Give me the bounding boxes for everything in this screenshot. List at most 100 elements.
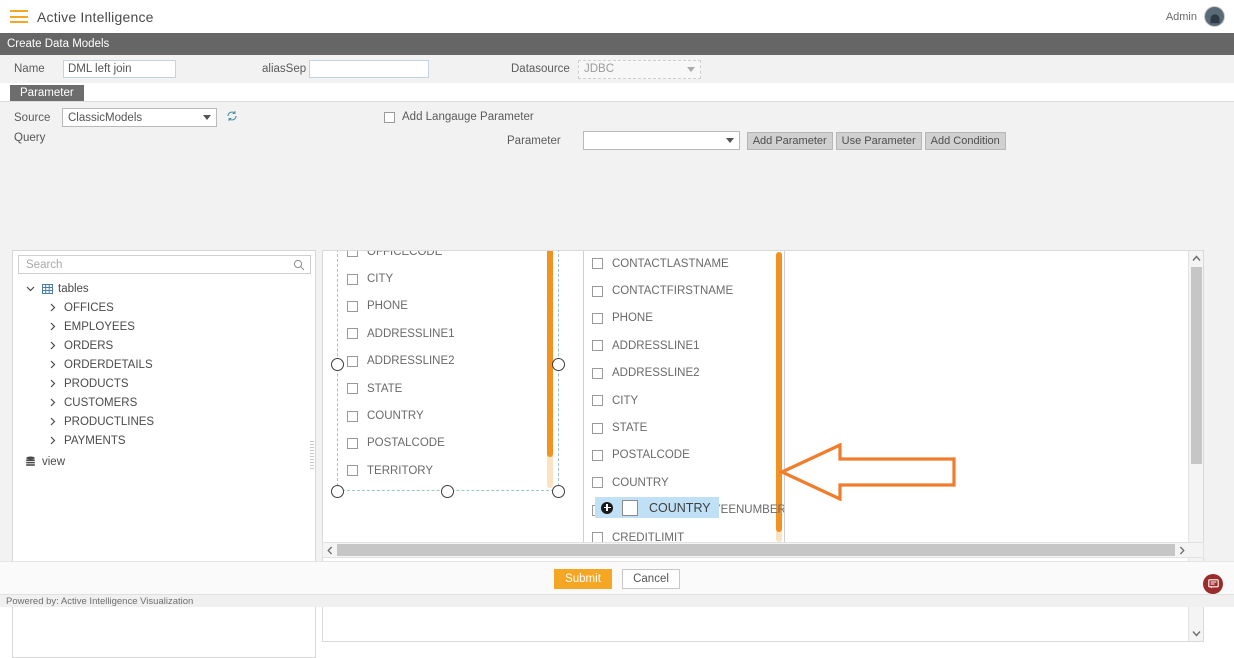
- resize-handle-e[interactable]: [551, 358, 565, 371]
- add-parameter-button[interactable]: Add Parameter: [746, 131, 833, 150]
- alias-label: aliasSep: [262, 63, 307, 75]
- tree-node-productlines[interactable]: PRODUCTLINES: [19, 412, 311, 431]
- field-row[interactable]: STATE: [592, 414, 784, 441]
- resize-handle-sw[interactable]: [330, 484, 344, 498]
- left-box-scrollbar-track[interactable]: [547, 251, 553, 488]
- resize-handle-se[interactable]: [551, 484, 565, 498]
- user-label[interactable]: Admin: [1166, 11, 1197, 23]
- field-row[interactable]: ADDRESSLINE1: [592, 332, 784, 359]
- main-panel: Source ClassicModels Add Langauge Parame…: [0, 101, 1234, 658]
- scroll-up-button[interactable]: [1189, 251, 1203, 266]
- field-checkbox[interactable]: [592, 258, 603, 270]
- tree-node-view[interactable]: view: [19, 452, 311, 471]
- resize-handle-w[interactable]: [330, 358, 344, 371]
- tree-node-label: tables: [58, 282, 89, 295]
- field-label: ADDRESSLINE2: [612, 367, 700, 380]
- tab-parameter[interactable]: Parameter: [10, 85, 84, 101]
- field-row[interactable]: STATE: [347, 375, 455, 402]
- tree-node-orderdetails[interactable]: ORDERDETAILS: [19, 355, 311, 374]
- drag-ghost-country[interactable]: COUNTRY: [595, 497, 719, 518]
- field-row[interactable]: PHONE: [347, 293, 455, 320]
- parameter-select[interactable]: [582, 131, 740, 150]
- canvas-horizontal-scrollbar[interactable]: [322, 542, 1204, 558]
- left-box-scrollbar-thumb[interactable]: [547, 251, 553, 457]
- search-input[interactable]: [24, 257, 293, 272]
- user-avatar[interactable]: [1204, 6, 1225, 27]
- resize-handle-s[interactable]: [441, 484, 454, 498]
- canvas-h-scroll-thumb[interactable]: [337, 544, 1175, 556]
- search-box[interactable]: [18, 255, 311, 274]
- field-checkbox[interactable]: [592, 449, 603, 461]
- field-row[interactable]: CONTACTFIRSTNAME: [592, 277, 784, 304]
- field-checkbox[interactable]: [592, 340, 603, 352]
- tree-node-employees[interactable]: EMPLOYEES: [19, 317, 311, 336]
- field-row[interactable]: COUNTRY: [347, 402, 455, 429]
- add-condition-button[interactable]: Add Condition: [924, 131, 1006, 150]
- field-checkbox[interactable]: [592, 312, 603, 324]
- tree-node-tables[interactable]: tables: [19, 279, 311, 298]
- canvas-scroll-thumb[interactable]: [1191, 267, 1202, 464]
- field-row[interactable]: ADDRESSLINE2: [592, 360, 784, 387]
- field-checkbox[interactable]: [347, 300, 358, 312]
- field-checkbox[interactable]: [347, 410, 358, 422]
- tree-node-customers[interactable]: CUSTOMERS: [19, 393, 311, 412]
- tree-node-offices[interactable]: OFFICES: [19, 298, 311, 317]
- field-checkbox[interactable]: [592, 477, 603, 489]
- panel-resize-grip[interactable]: [310, 441, 314, 471]
- scroll-right-button[interactable]: [1175, 543, 1189, 557]
- field-checkbox[interactable]: [592, 395, 603, 407]
- field-row[interactable]: PHONE: [592, 305, 784, 332]
- scroll-down-button[interactable]: [1189, 626, 1203, 641]
- field-checkbox[interactable]: [347, 273, 358, 285]
- parameter-toolbar: Parameter Add Parameter Use Parameter Ad…: [507, 131, 1006, 150]
- add-language-parameter-label: Add Langauge Parameter: [402, 111, 534, 123]
- tree-node-orders[interactable]: ORDERS: [19, 336, 311, 355]
- field-label: ADDRESSLINE2: [367, 355, 455, 368]
- field-label: ADDRESSLINE1: [367, 327, 455, 340]
- field-row[interactable]: CITY: [592, 387, 784, 414]
- tree-node-payments[interactable]: PAYMENTS: [19, 431, 311, 450]
- left-table-field-box[interactable]: OFFICECODE CITY PHONE ADDRESSLINE1 ADDRESSLI…: [330, 251, 565, 498]
- field-row[interactable]: OFFICECODE: [347, 251, 455, 265]
- form-row: Name aliasSep Datasource JDBC: [0, 55, 1234, 83]
- submit-button[interactable]: Submit: [554, 568, 612, 589]
- refresh-icon[interactable]: [226, 110, 238, 125]
- field-row[interactable]: COUNTRY: [592, 469, 784, 496]
- field-row[interactable]: POSTALCODE: [347, 430, 455, 457]
- chat-icon[interactable]: [1203, 574, 1223, 594]
- field-checkbox[interactable]: [347, 251, 358, 258]
- field-row[interactable]: CONTACTLASTNAME: [592, 251, 784, 277]
- source-select[interactable]: ClassicModels: [62, 108, 217, 127]
- field-row[interactable]: ADDRESSLINE2: [347, 348, 455, 375]
- field-checkbox[interactable]: [347, 383, 358, 395]
- field-checkbox[interactable]: [347, 437, 358, 449]
- search-icon: [293, 259, 305, 270]
- use-parameter-button[interactable]: Use Parameter: [835, 131, 922, 150]
- field-checkbox[interactable]: [592, 422, 603, 434]
- field-row[interactable]: POSTALCODE: [592, 442, 784, 469]
- chevron-down-icon: [26, 286, 35, 292]
- scroll-left-button[interactable]: [323, 543, 337, 557]
- field-row[interactable]: ADDRESSLINE1: [347, 320, 455, 347]
- drag-ghost-checkbox[interactable]: [622, 499, 638, 516]
- field-checkbox[interactable]: [347, 465, 358, 477]
- field-checkbox[interactable]: [347, 328, 358, 340]
- cancel-button[interactable]: Cancel: [622, 568, 680, 589]
- alias-sep-input[interactable]: [309, 60, 429, 78]
- tree-node-label: view: [42, 455, 66, 468]
- chevron-down-icon: [725, 138, 734, 143]
- chevron-right-icon: [50, 303, 56, 312]
- name-input[interactable]: [63, 60, 176, 78]
- add-language-parameter-checkbox[interactable]: [384, 111, 395, 123]
- tree-node-products[interactable]: PRODUCTS: [19, 374, 311, 393]
- left-arrow-annotation: [779, 443, 956, 501]
- field-checkbox[interactable]: [592, 367, 603, 379]
- field-row[interactable]: CITY: [347, 265, 455, 292]
- field-row[interactable]: TERRITORY: [347, 457, 455, 484]
- field-label: POSTALCODE: [367, 437, 445, 450]
- datasource-select[interactable]: JDBC: [578, 59, 701, 79]
- query-label: Query: [14, 132, 46, 144]
- field-checkbox[interactable]: [592, 285, 603, 297]
- hamburger-icon[interactable]: [10, 10, 28, 23]
- field-checkbox[interactable]: [347, 355, 358, 367]
